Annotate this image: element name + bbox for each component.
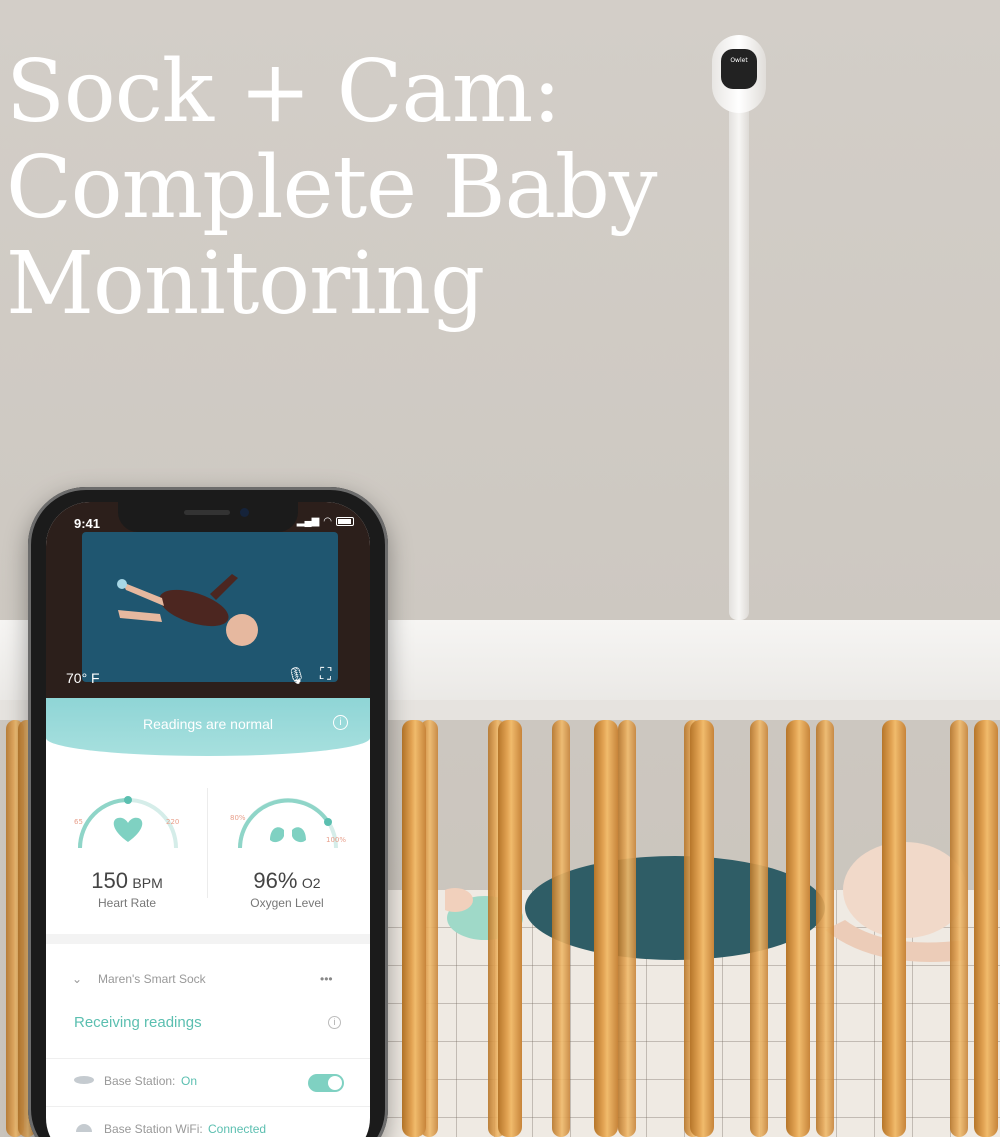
crib-slat xyxy=(974,720,998,1137)
crib-slat xyxy=(402,720,426,1137)
crib-slat xyxy=(786,720,810,1137)
row-divider xyxy=(46,1058,370,1059)
headline-line-3: Monitoring xyxy=(6,234,485,334)
crib-slat xyxy=(950,720,968,1137)
crib-slat xyxy=(552,720,570,1137)
oxygen-gauge: 80% 100% xyxy=(230,798,346,849)
microphone-icon[interactable]: 🎙 xyxy=(286,666,306,686)
wifi-value: Connected xyxy=(208,1122,267,1136)
battery-icon xyxy=(336,517,354,526)
crib-slat xyxy=(882,720,906,1137)
info-icon[interactable]: i xyxy=(333,715,348,730)
smart-sock-title: Maren's Smart Sock xyxy=(98,972,206,986)
oxygen-min-label: 80% xyxy=(230,814,246,822)
section-divider xyxy=(46,934,370,944)
front-camera xyxy=(240,508,249,517)
status-banner: Readings are normal i xyxy=(46,698,370,756)
wifi-icon: ◠ xyxy=(323,516,332,527)
heart-rate-label: Heart Rate xyxy=(97,896,157,910)
wall-camera: Owlet xyxy=(712,35,766,113)
speaker-grille xyxy=(184,510,230,515)
crib-slat xyxy=(690,720,714,1137)
wifi-icon xyxy=(76,1124,92,1132)
oxygen-value: 96% xyxy=(253,868,298,893)
crib-slat xyxy=(618,720,636,1137)
base-station-label: Base Station: xyxy=(104,1074,176,1088)
chevron-down-icon[interactable]: ⌄ xyxy=(72,972,82,986)
fullscreen-icon[interactable]: ⛶ xyxy=(320,666,331,684)
oxygen-reading: 96% O2 Oxygen Level xyxy=(212,868,362,910)
camera-logo: Owlet xyxy=(730,57,748,64)
crib-slat xyxy=(816,720,834,1137)
row-divider xyxy=(46,1106,370,1107)
status-icons: ▂▄▆ ◠ xyxy=(297,516,354,527)
camera-cable xyxy=(729,100,749,620)
crib-slat xyxy=(750,720,768,1137)
heart-rate-reading: 150 BPM Heart Rate xyxy=(52,868,202,910)
phone-notch xyxy=(118,502,298,532)
heart-rate-unit: BPM xyxy=(132,875,163,891)
headline-line-2: Complete Baby xyxy=(6,138,657,238)
banner-text: Readings are normal xyxy=(143,716,273,732)
crib-slat xyxy=(594,720,618,1137)
base-station-toggle[interactable] xyxy=(308,1074,344,1092)
reading-divider xyxy=(207,788,208,898)
signal-icon: ▂▄▆ xyxy=(296,516,320,527)
temperature-readout: 70° F xyxy=(66,670,100,686)
info-icon[interactable]: i xyxy=(328,1016,341,1029)
base-station-icon xyxy=(74,1076,94,1084)
receiving-text: Receiving readings xyxy=(74,1014,202,1031)
video-crib-mattress xyxy=(82,532,338,682)
headline: Sock + Cam: Complete Baby Monitoring xyxy=(6,44,706,332)
video-baby xyxy=(117,574,258,646)
camera-lens xyxy=(721,49,757,89)
oxygen-max-label: 100% xyxy=(326,836,346,844)
status-time: 9:41 xyxy=(74,516,101,531)
phone-screen: 9:41 ▂▄▆ ◠ 70° F 🎙 ⛶ Readings are normal… xyxy=(46,502,370,1137)
base-station-value: On xyxy=(181,1074,198,1088)
heart-min-label: 65 xyxy=(74,818,83,826)
heart-rate-gauge: 65 220 xyxy=(74,796,179,849)
heart-rate-value: 150 xyxy=(91,868,128,893)
wifi-label: Base Station WiFi: xyxy=(104,1122,203,1136)
crib-slat xyxy=(498,720,522,1137)
heart-max-label: 220 xyxy=(166,818,179,826)
headline-line-1: Sock + Cam: xyxy=(6,42,561,142)
more-menu-icon[interactable]: ••• xyxy=(320,972,333,986)
oxygen-label: Oxygen Level xyxy=(250,896,324,910)
oxygen-unit: O2 xyxy=(301,875,321,891)
